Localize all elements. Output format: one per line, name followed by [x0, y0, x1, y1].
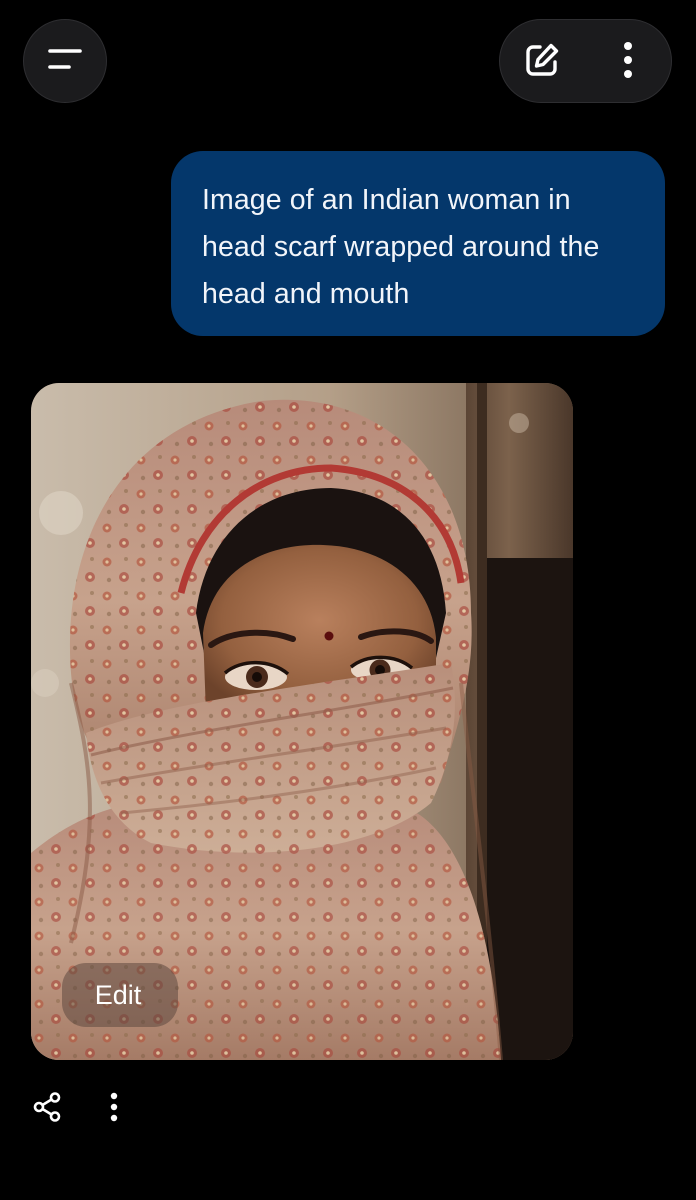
share-button[interactable]: [26, 1088, 68, 1130]
message-more-button[interactable]: [94, 1088, 134, 1130]
header-actions: [499, 19, 672, 103]
share-icon: [33, 1091, 61, 1127]
user-message-bubble: Image of an Indian woman in head scarf w…: [171, 151, 665, 336]
more-options-button[interactable]: [588, 20, 668, 104]
more-vertical-icon: [110, 1092, 118, 1127]
generated-image[interactable]: [31, 383, 573, 1060]
portrait-image: [31, 383, 573, 1060]
more-vertical-icon: [622, 41, 634, 84]
edit-image-button[interactable]: Edit: [62, 963, 178, 1027]
menu-button[interactable]: [23, 19, 107, 103]
new-chat-button[interactable]: [502, 20, 582, 104]
edit-label: Edit: [94, 979, 142, 1010]
edit-square-icon: [523, 41, 561, 84]
menu-icon: [47, 47, 83, 76]
user-message-text: Image of an Indian woman in head scarf w…: [202, 184, 600, 310]
